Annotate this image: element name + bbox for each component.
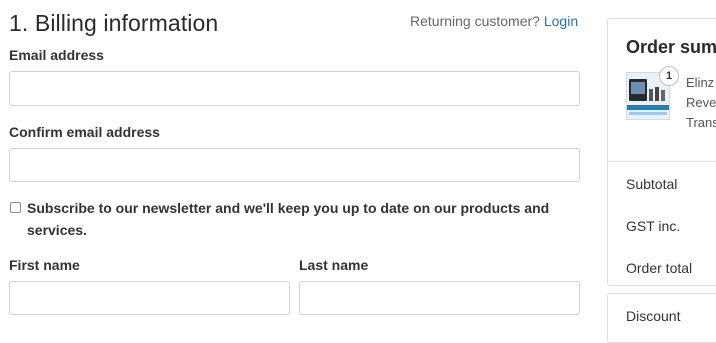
- returning-customer: Returning customer? Login: [410, 13, 578, 29]
- summary-divider: [608, 161, 716, 162]
- newsletter-text: Subscribe to our newsletter and we'll ke…: [27, 197, 582, 241]
- quantity-badge: 1: [659, 66, 679, 86]
- newsletter-text-line1: Subscribe to our newsletter and we'll ke…: [27, 200, 550, 216]
- order-total-label: Order total: [626, 260, 693, 276]
- product-name-line3: Trans: [686, 115, 716, 130]
- subtotal-label: Subtotal: [626, 176, 678, 192]
- discount-label: Discount: [626, 308, 681, 324]
- newsletter-checkbox[interactable]: [10, 202, 21, 213]
- product-name[interactable]: Elinz Reve Trans: [686, 73, 716, 133]
- last-name-field[interactable]: [299, 281, 580, 315]
- email-label: Email address: [9, 47, 104, 63]
- product-name-line2: Reve: [686, 95, 716, 110]
- email-field[interactable]: [9, 71, 580, 106]
- confirm-email-label: Confirm email address: [9, 124, 160, 140]
- order-summary-title: Order sum: [626, 37, 716, 57]
- billing-title: 1. Billing information: [9, 10, 219, 36]
- product-name-line1: Elinz: [686, 75, 715, 90]
- returning-customer-text: Returning customer?: [410, 13, 540, 29]
- last-name-label: Last name: [299, 257, 369, 273]
- first-name-label: First name: [9, 257, 80, 273]
- first-name-field[interactable]: [9, 281, 290, 315]
- gst-label: GST inc.: [626, 218, 681, 234]
- confirm-email-field[interactable]: [9, 148, 580, 182]
- login-link[interactable]: Login: [544, 13, 578, 29]
- newsletter-text-line2: services.: [27, 222, 87, 238]
- order-summary-panel: [607, 18, 716, 286]
